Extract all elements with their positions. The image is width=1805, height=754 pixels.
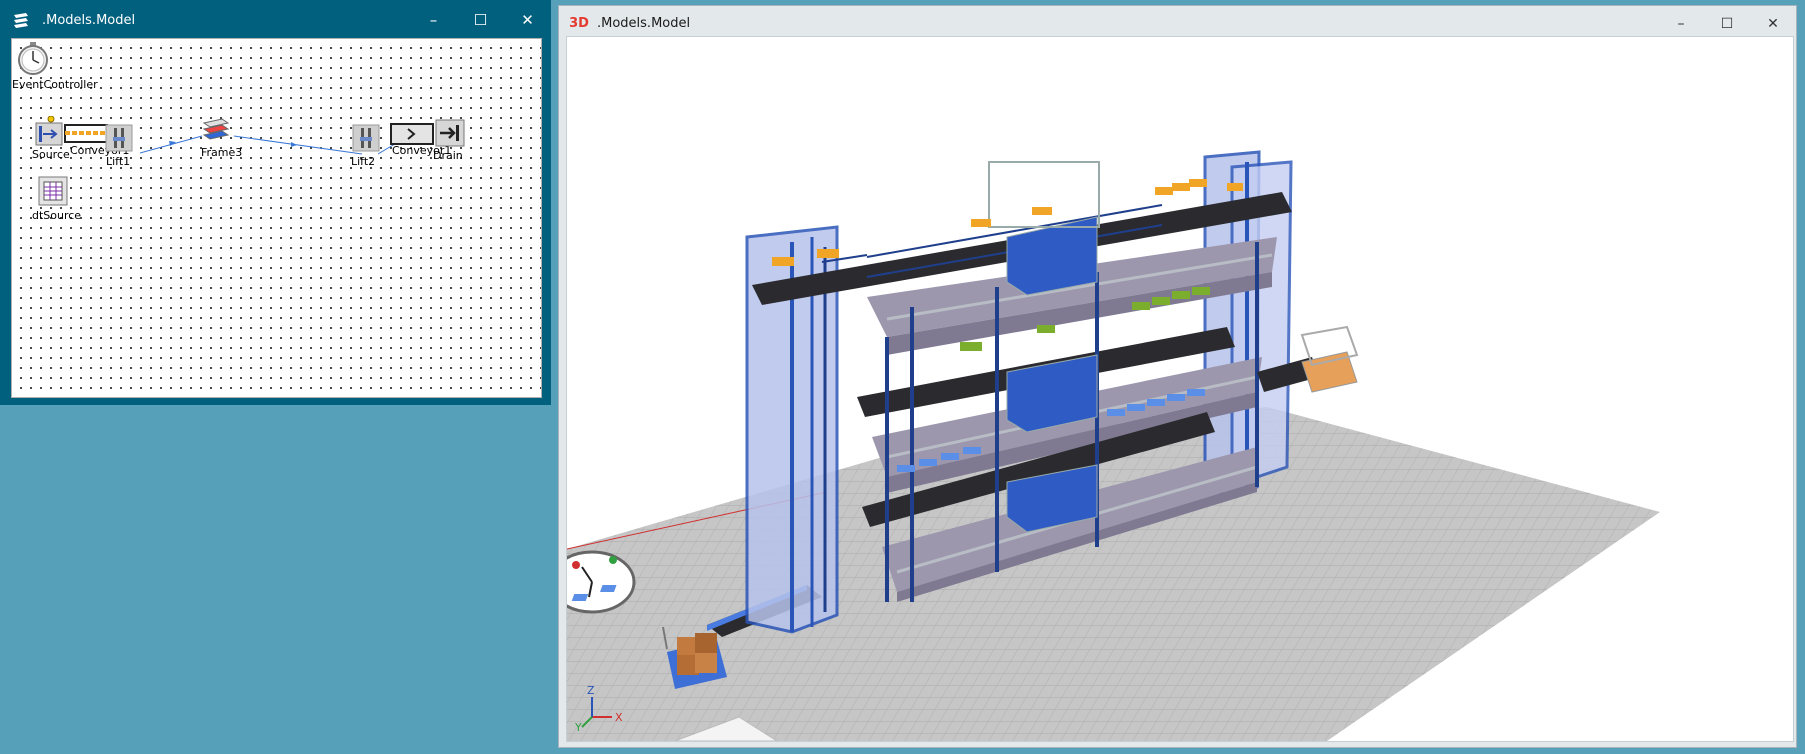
frame-icon (10, 9, 32, 31)
frame-window-titlebar[interactable]: .Models.Model – ☐ ✕ (0, 0, 551, 40)
drain-object[interactable] (435, 119, 465, 147)
frame-window-title: .Models.Model (42, 12, 136, 28)
lift-icon (352, 124, 380, 152)
axis-z-label: Z (587, 684, 595, 697)
table-icon (38, 176, 68, 206)
lift2-object[interactable] (352, 124, 380, 152)
frame3-object[interactable] (200, 117, 232, 143)
lift2-label: Lift2 (351, 155, 376, 168)
3d-scene: X Z Y (567, 150, 1660, 741)
conveyor-icon (390, 123, 434, 145)
axis-y-label: Y (574, 721, 582, 734)
lift-icon (105, 124, 133, 152)
drain-icon (435, 119, 465, 147)
frame-window[interactable]: .Models.Model – ☐ ✕ EventController Sour… (0, 0, 551, 405)
event-controller-object[interactable] (16, 41, 50, 75)
axis-x-label: X (615, 711, 623, 724)
conveyor-icon (64, 124, 108, 143)
clock-icon (567, 550, 636, 614)
close-button[interactable]: ✕ (504, 0, 551, 40)
conveyor2-object[interactable] (390, 123, 434, 145)
dtsource-label: dtSource (32, 209, 82, 222)
conveyor1-object[interactable] (64, 123, 108, 143)
minimize-button[interactable]: – (410, 0, 457, 40)
viewer-window[interactable]: 3D .Models.Model – ☐ ✕ X Z Y (558, 5, 1797, 748)
viewer-window-title: .Models.Model (597, 16, 691, 31)
stopwatch-icon (18, 42, 48, 75)
layers-icon (202, 118, 230, 140)
lift1-object[interactable] (105, 124, 133, 152)
frame3-label: Frame3 (201, 146, 243, 159)
source-label: Source (32, 148, 70, 161)
frame-canvas[interactable]: EventController Source Conveyor1 Lift1 F… (11, 38, 542, 398)
maximize-button[interactable]: ☐ (457, 0, 504, 40)
source-object[interactable] (35, 115, 63, 146)
3d-badge: 3D (569, 16, 589, 31)
connector-layer (139, 135, 401, 155)
lift1-label: Lift1 (106, 155, 131, 168)
3d-viewport[interactable]: X Z Y (566, 36, 1794, 742)
source-icon (35, 115, 63, 146)
drain-label: Drain (433, 149, 463, 162)
dtsource-object[interactable] (38, 176, 68, 206)
event-controller-label: EventController (12, 78, 98, 91)
